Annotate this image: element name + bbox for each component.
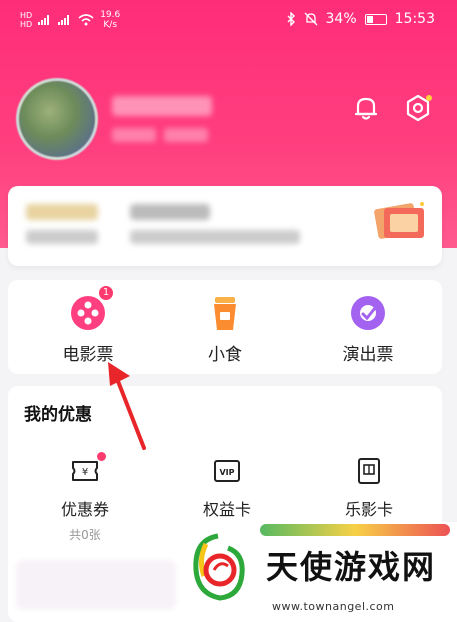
film-card-icon	[354, 456, 384, 486]
drink-cup-icon	[206, 294, 244, 332]
wifi-icon	[78, 14, 94, 26]
network-speed-unit: K/s	[103, 20, 118, 30]
music-disc-icon	[349, 294, 387, 332]
clock: 15:53	[394, 11, 435, 27]
site-watermark: 天使游戏网 www.townangel.com	[180, 522, 457, 622]
quick-item-show-ticket[interactable]: 演出票	[308, 294, 428, 365]
status-left: HD HD 19.6 K/s	[20, 10, 120, 30]
film-reel-icon: 1	[69, 284, 115, 332]
quick-item-movie-ticket[interactable]: 1 电影票	[28, 284, 148, 365]
discount-sub: 共0张	[69, 528, 101, 542]
discount-item-film-card[interactable]: 乐影卡	[314, 456, 424, 520]
watermark-url: www.townangel.com	[272, 600, 395, 613]
section-title: 我的优惠	[24, 405, 92, 425]
user-tag	[112, 128, 156, 142]
username-blurred	[112, 96, 212, 116]
avatar[interactable]	[16, 78, 98, 160]
ticket-card-icon	[374, 202, 424, 239]
member-detail-blurred	[130, 230, 300, 244]
svg-text:¥: ¥	[82, 467, 88, 478]
notification-badge: 1	[97, 284, 115, 302]
network-speed-value: 19.6	[100, 10, 121, 20]
member-level-blurred	[26, 204, 98, 220]
quick-item-snack[interactable]: 小食	[165, 294, 285, 365]
mute-bell-icon	[304, 12, 317, 26]
signal-icon	[38, 15, 50, 25]
settings-gear-icon[interactable]	[402, 92, 434, 124]
watermark-text: 天使游戏网	[266, 548, 437, 586]
quick-label: 小食	[208, 345, 242, 365]
battery-percent: 34%	[325, 11, 357, 27]
status-bar: HD HD 19.6 K/s 34% 15:53	[0, 0, 457, 38]
bell-icon[interactable]	[350, 92, 382, 124]
member-card[interactable]	[8, 186, 442, 266]
quick-actions-card: 1 电影票 小食 演出票	[8, 280, 442, 374]
profile-text	[112, 96, 212, 142]
discount-label: 优惠券	[60, 500, 109, 519]
vip-card-icon: VIP	[212, 456, 242, 486]
status-right: 34% 15:53	[286, 11, 435, 27]
user-tags	[112, 128, 212, 142]
discount-item-benefit-card[interactable]: VIP 权益卡	[172, 456, 282, 520]
user-tag	[164, 128, 208, 142]
member-info-blurred	[26, 230, 98, 244]
hd-icon: HD HD	[20, 11, 33, 29]
red-arrow-annotation	[108, 362, 146, 450]
signal-icon-2	[58, 15, 70, 25]
battery-icon	[364, 13, 387, 25]
discount-item-coupon[interactable]: ¥ 优惠券 共0张	[30, 452, 140, 543]
bottom-preview-blurred	[16, 560, 176, 610]
discount-label: 权益卡	[202, 500, 251, 519]
network-speed: 19.6 K/s	[100, 10, 120, 30]
user-profile[interactable]	[16, 78, 212, 160]
coupon-icon: ¥	[70, 452, 106, 486]
watermark-stripe	[260, 524, 450, 536]
discount-label: 乐影卡	[344, 500, 393, 519]
member-title-blurred	[130, 204, 210, 220]
svg-text:VIP: VIP	[219, 468, 234, 477]
quick-label: 演出票	[342, 345, 394, 365]
watermark-logo	[193, 533, 245, 601]
bluetooth-icon	[287, 12, 295, 26]
